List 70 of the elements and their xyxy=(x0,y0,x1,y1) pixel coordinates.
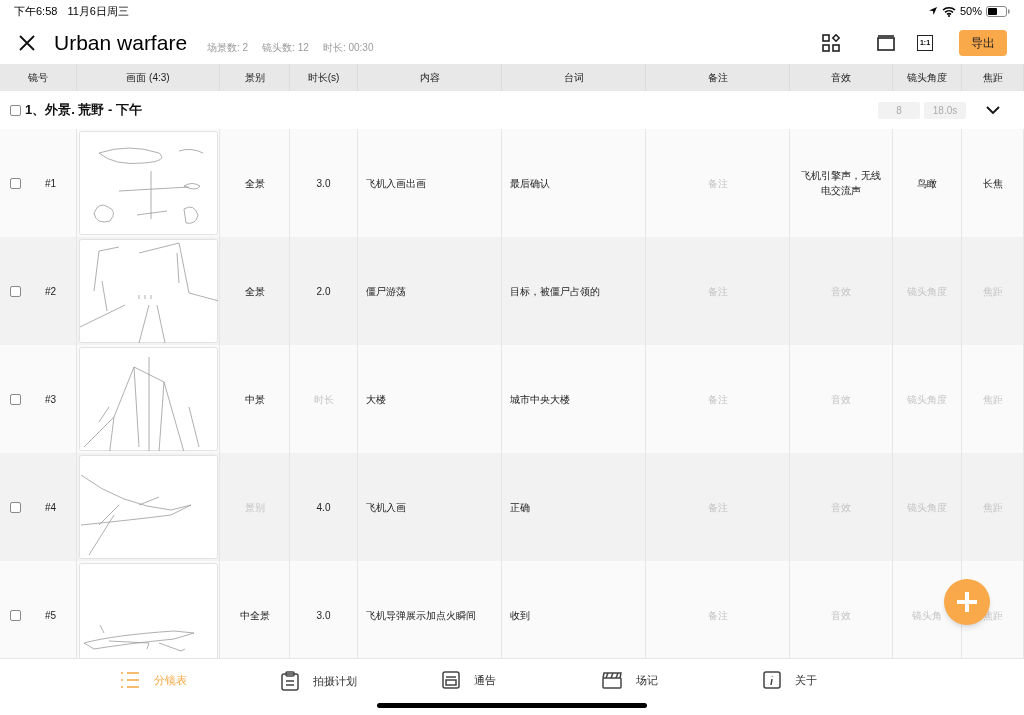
clapperboard-icon xyxy=(602,671,623,689)
shot-count: 8 xyxy=(878,101,920,119)
column-header: 音效 xyxy=(831,71,851,85)
table-cell-text: 3.0 xyxy=(316,176,331,191)
column-header: 镜号 xyxy=(28,71,48,85)
table-cell-text: 长焦 xyxy=(982,176,1003,191)
tab[interactable]: 关于 xyxy=(763,671,924,689)
column-header: 备注 xyxy=(707,71,728,85)
table-cell-text: 飞机入画出画 xyxy=(366,176,426,191)
table-cell-text: 中全景 xyxy=(239,608,270,623)
table-cell-text: 鸟瞰 xyxy=(917,176,937,191)
table-cell-text: 最后确认 xyxy=(510,176,550,191)
info-icon xyxy=(763,671,782,689)
table-cell-text: 收到 xyxy=(510,608,530,623)
location-icon xyxy=(927,6,938,16)
table-cell-text: 大楼 xyxy=(366,392,386,407)
shot-number: #3 xyxy=(45,392,57,407)
scene-duration: 18.0s xyxy=(924,101,966,119)
column-header: 景别 xyxy=(244,71,265,85)
tab[interactable]: 场记 xyxy=(602,671,764,689)
table-cell-text: 目标，被僵尸占领的 xyxy=(510,284,600,299)
status-date: 11月6日周三 xyxy=(67,3,129,19)
checkbox[interactable] xyxy=(10,609,21,621)
document-title: Urban warfare xyxy=(54,30,188,57)
shot-number: #2 xyxy=(45,284,57,299)
table-cell-text: 全景 xyxy=(244,176,265,191)
column-header: 画面 (4:3) xyxy=(126,71,170,85)
scene-title: 1、外景. 荒野 - 下午 xyxy=(25,101,142,120)
stat-label: 时长: 00:30 xyxy=(322,40,374,55)
table-cell-text: 2.0 xyxy=(316,284,331,299)
shot-number: #1 xyxy=(45,176,57,191)
table-cell-text: 3.0 xyxy=(316,608,331,623)
column-header: 台词 xyxy=(563,71,584,85)
column-header: 焦距 xyxy=(982,71,1003,85)
column-header: 镜头角度 xyxy=(907,71,947,85)
table-cell-text: 飞机引擎声，无线电交流声 xyxy=(800,169,882,198)
frame-icon[interactable] xyxy=(877,35,895,51)
table-cell-text: 中景 xyxy=(244,392,265,407)
table-cell-text: 城市中央大楼 xyxy=(510,392,570,407)
tab[interactable]: 通告 xyxy=(441,671,603,689)
tab[interactable]: 拍摄计划 xyxy=(280,671,442,691)
table-cell-text: 飞机导弹展示加点火瞬间 xyxy=(366,608,476,623)
wifi-icon xyxy=(941,5,956,17)
checkbox[interactable] xyxy=(10,104,21,116)
clipboard-icon xyxy=(280,671,299,691)
table-cell-text: 飞机入画 xyxy=(366,500,406,515)
column-header: 内容 xyxy=(419,71,440,85)
status-time: 下午6:58 xyxy=(14,3,58,19)
shot-number: #5 xyxy=(45,608,57,623)
checkbox[interactable] xyxy=(10,393,21,405)
stat-label: 镜头数: 12 xyxy=(262,40,309,55)
battery-icon xyxy=(986,5,1010,17)
checkbox[interactable] xyxy=(10,285,21,297)
table-cell-text: 全景 xyxy=(244,284,265,299)
close-icon[interactable] xyxy=(18,34,36,52)
table-cell-text: 4.0 xyxy=(316,500,331,515)
checkbox[interactable] xyxy=(10,177,21,189)
checkbox[interactable] xyxy=(10,501,21,513)
list-icon xyxy=(120,671,140,689)
column-header: 时长(s) xyxy=(307,71,340,85)
stat-label: 场景数: 2 xyxy=(207,40,249,55)
shot-number: #4 xyxy=(45,500,57,515)
plus-icon xyxy=(955,590,979,614)
chevron-icon[interactable] xyxy=(986,105,1000,115)
table-cell-text: 僵尸游荡 xyxy=(366,284,406,299)
grid-icon[interactable] xyxy=(822,34,840,52)
export-button[interactable]: 导出 xyxy=(959,30,1007,56)
notice-icon xyxy=(441,671,460,689)
battery-percent: 50% xyxy=(959,3,982,19)
table-cell-text: 正确 xyxy=(510,500,530,515)
